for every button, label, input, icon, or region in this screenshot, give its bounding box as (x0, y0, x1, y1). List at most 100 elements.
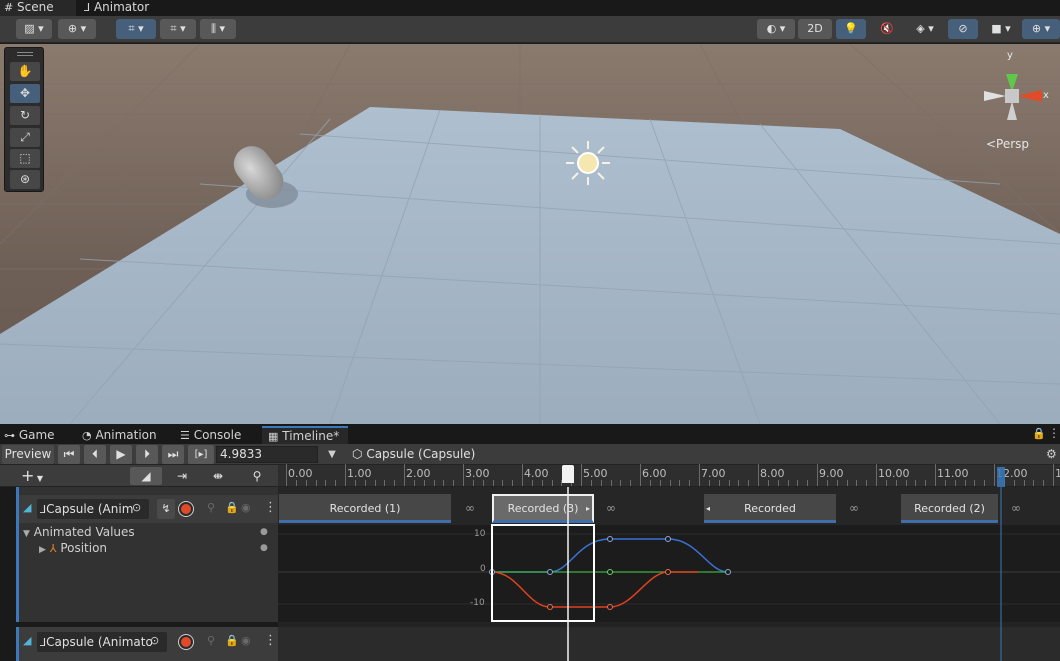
ruler-label: 8.00 (760, 467, 785, 480)
ruler-minor-tick (689, 480, 691, 486)
curves-toggle-button[interactable]: ↯ (157, 499, 175, 519)
track-lock-icon[interactable]: 🔒 (225, 634, 239, 647)
play-button[interactable]: ▶ (110, 445, 132, 464)
global-local-dropdown[interactable]: ⊕ ▾ (58, 19, 96, 39)
ruler-label: 4.00 (524, 467, 549, 480)
ruler-label: 5.00 (583, 467, 608, 480)
audio-toggle[interactable]: 🔇 (872, 19, 902, 39)
play-range-button[interactable]: [▸] (188, 445, 214, 464)
animated-values-row[interactable]: ▼ Animated Values (23, 525, 135, 539)
ruler-minor-tick (541, 480, 543, 486)
edit-mode-ripple-button[interactable]: ⇥ (166, 467, 198, 485)
ruler-minor-tick (826, 480, 828, 486)
rect-icon: ⬚ (19, 151, 31, 165)
current-time-field[interactable]: 4.9833 (216, 446, 318, 463)
ruler-minor-tick (325, 480, 327, 486)
rotate-tool[interactable]: ↻ (10, 106, 40, 125)
hand-tool[interactable]: ✋ (10, 62, 40, 81)
bound-object[interactable]: ⬡ Capsule (Capsule) (352, 446, 475, 463)
object-picker-icon[interactable]: ⊙ (150, 634, 159, 647)
animation-track-icon: ◢ (23, 501, 32, 514)
add-track-button[interactable]: + ▼ (16, 467, 48, 485)
preview-button[interactable]: Preview (2, 445, 54, 464)
mix-mode-icon: ◢ (141, 469, 151, 483)
go-to-end-button[interactable]: ⏭ (162, 445, 184, 464)
move-tool[interactable]: ✥ (10, 84, 40, 103)
snap-settings-dropdown[interactable]: ⫼ ▾ (200, 19, 236, 39)
track-mute-icon[interactable]: ◉ (241, 634, 251, 647)
curve-label-top: 10 (474, 529, 486, 539)
rect-tool[interactable]: ⬚ (10, 149, 40, 168)
ruler-minor-tick (925, 480, 927, 486)
playhead-handle[interactable] (562, 465, 574, 483)
track-binding-field[interactable]: ⅃Capsule (Animato (37, 632, 167, 652)
go-to-start-button[interactable]: ⏮ (58, 445, 80, 464)
transform-icon: ⊛ (19, 172, 31, 186)
scene-view[interactable]: y x <Persp ✋ ✥ ↻ ⤢ ⬚ ⊛ (0, 44, 1060, 424)
lock-icon[interactable]: 🔒 (1032, 427, 1046, 440)
circle-icon: ◐ ▾ (766, 22, 786, 35)
lighting-toggle[interactable]: 💡 (836, 19, 866, 39)
tab-animation[interactable]: ◔ Animation (82, 426, 172, 444)
ruler-minor-tick (807, 480, 809, 486)
previous-frame-button[interactable]: ⏴ (84, 445, 106, 464)
edit-mode-replace-button[interactable]: ⇼ (202, 467, 234, 485)
increment-snap-dropdown[interactable]: ⌗ ▾ (160, 19, 196, 39)
track-mute-icon[interactable]: ◉ (241, 501, 251, 514)
transform-tool[interactable]: ⊛ (10, 170, 40, 189)
object-picker-icon[interactable]: ⊙ (132, 501, 141, 514)
ruler-major-tick (699, 464, 700, 486)
ruler-minor-tick (453, 480, 455, 486)
palette-grip[interactable] (17, 52, 33, 56)
ruler-minor-tick (335, 480, 337, 486)
scale-icon: ⤢ (20, 130, 30, 144)
scene-visibility-toggle[interactable]: ⊘ (948, 19, 978, 39)
time-ruler[interactable]: 0.00 1.00 2.00 3.00 4.00 5.00 6.00 7.00 8.00 9.00… (278, 464, 1060, 487)
track-lock-icon[interactable]: 🔒 (225, 501, 239, 514)
camera-dropdown[interactable]: ■ ▾ (984, 19, 1018, 39)
track-header-2[interactable]: ◢ ⅃Capsule (Animato ⊙ ⚲ 🔒 ◉ ⋮ (16, 627, 278, 661)
record-button[interactable] (179, 635, 193, 649)
skip-end-icon: ⏭ (167, 447, 179, 461)
view-2d-toggle[interactable]: 2D (798, 19, 832, 39)
next-frame-button[interactable]: ⏵ (136, 445, 158, 464)
ruler-minor-tick (531, 480, 533, 486)
scale-tool[interactable]: ⤢ (10, 128, 40, 147)
tab-scene[interactable]: # Scene (0, 0, 76, 16)
end-marker[interactable] (997, 467, 1005, 487)
track-pin-icon[interactable]: ⚲ (207, 634, 215, 647)
ruler-minor-tick (866, 480, 868, 486)
ruler-minor-tick (954, 480, 956, 486)
record-button[interactable] (179, 502, 193, 516)
gizmo-y-label: y (1007, 50, 1013, 61)
position-row[interactable]: ▶ ⅄ Position (39, 541, 107, 555)
shading-icon: ▨ ▾ (24, 22, 44, 35)
timeline-settings-icon[interactable]: ⚙ (1046, 447, 1060, 463)
ruler-minor-tick (708, 480, 710, 486)
time-format-dropdown[interactable]: ▼ (322, 446, 342, 463)
draw-mode-dropdown[interactable]: ▨ ▾ (16, 19, 52, 39)
track-pin-icon[interactable]: ⚲ (207, 501, 215, 514)
persp-label[interactable]: <Persp (986, 137, 1029, 151)
curve-label-bottom: -10 (470, 598, 485, 608)
snap-button[interactable]: ⚲ (244, 467, 270, 485)
effects-dropdown[interactable]: ◈ ▾ (906, 19, 944, 39)
timeline-icon: ▦ (268, 430, 279, 443)
grid-snap-toggle[interactable]: ⌗ ▾ (116, 19, 156, 39)
render-mode-dropdown[interactable]: ◐ ▾ (757, 19, 795, 39)
tab-timeline[interactable]: ▦ Timeline* (262, 426, 348, 444)
tab-game[interactable]: ⊶ Game (4, 426, 76, 444)
scene-toolbar: ▨ ▾ ⊕ ▾ ⌗ ▾ ⌗ ▾ ⫼ ▾ ◐ ▾ 2D 💡 🔇 ◈ ▾ ⊘ ■ ▾… (0, 16, 1060, 43)
tab-console[interactable]: ☰ Console (180, 426, 260, 444)
more-menu-icon[interactable]: ⋮ (1048, 426, 1060, 440)
track-header-1[interactable]: ◢ ⅃Capsule (Anim ⊙ ↯ ⚲ 🔒 ◉ ⋮ ▼ Animated … (16, 487, 281, 622)
gizmos-dropdown[interactable]: ⊕ ▾ (1022, 19, 1060, 39)
tab-animator[interactable]: ⅃ Animator (80, 0, 160, 16)
ruler-minor-tick (748, 480, 750, 486)
ruler-minor-tick (394, 480, 396, 486)
track-menu-icon[interactable]: ⋮ (264, 500, 277, 515)
timeline-controls: Preview ⏮ ⏴ ▶ ⏵ ⏭ [▸] 4.9833 ▼ ⬡ Capsule… (0, 444, 1060, 465)
track-menu-icon[interactable]: ⋮ (264, 633, 277, 648)
tracks-area[interactable]: Recorded (1) ∞ Recorded (3) ▸ ∞ ◂ Recorded… (278, 487, 1060, 661)
edit-mode-mix-button[interactable]: ◢ (130, 467, 162, 485)
